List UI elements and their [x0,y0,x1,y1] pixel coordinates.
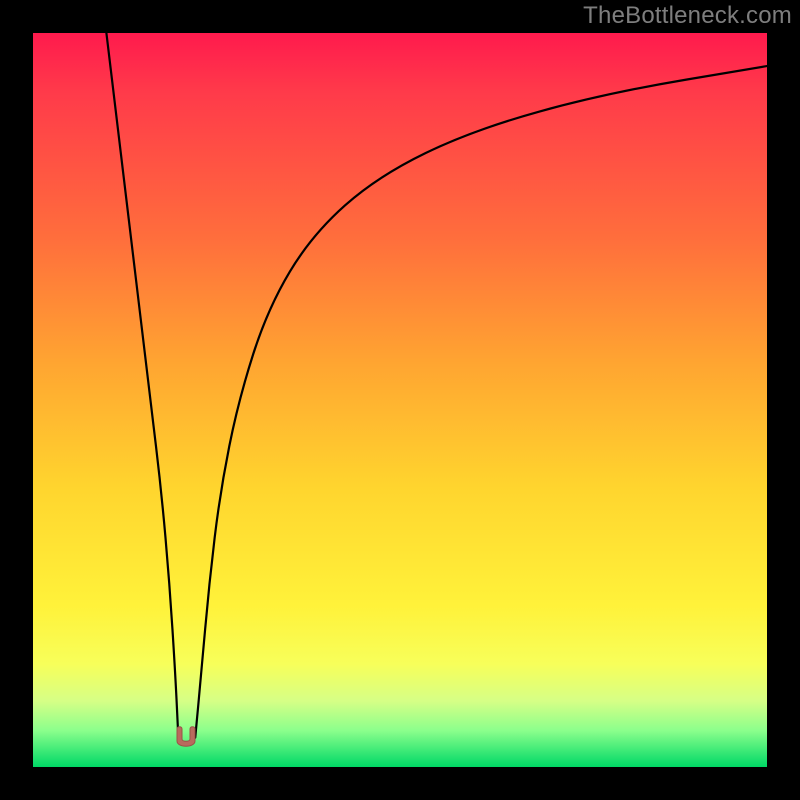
curve-right-branch [195,66,767,738]
watermark-text: TheBottleneck.com [583,2,792,30]
bottleneck-curve [33,33,767,767]
chart-frame: TheBottleneck.com [0,0,800,800]
marker-shape-icon [177,726,195,746]
curve-left-branch [106,33,178,738]
plot-area [33,33,767,767]
optimal-point-marker [173,725,199,749]
